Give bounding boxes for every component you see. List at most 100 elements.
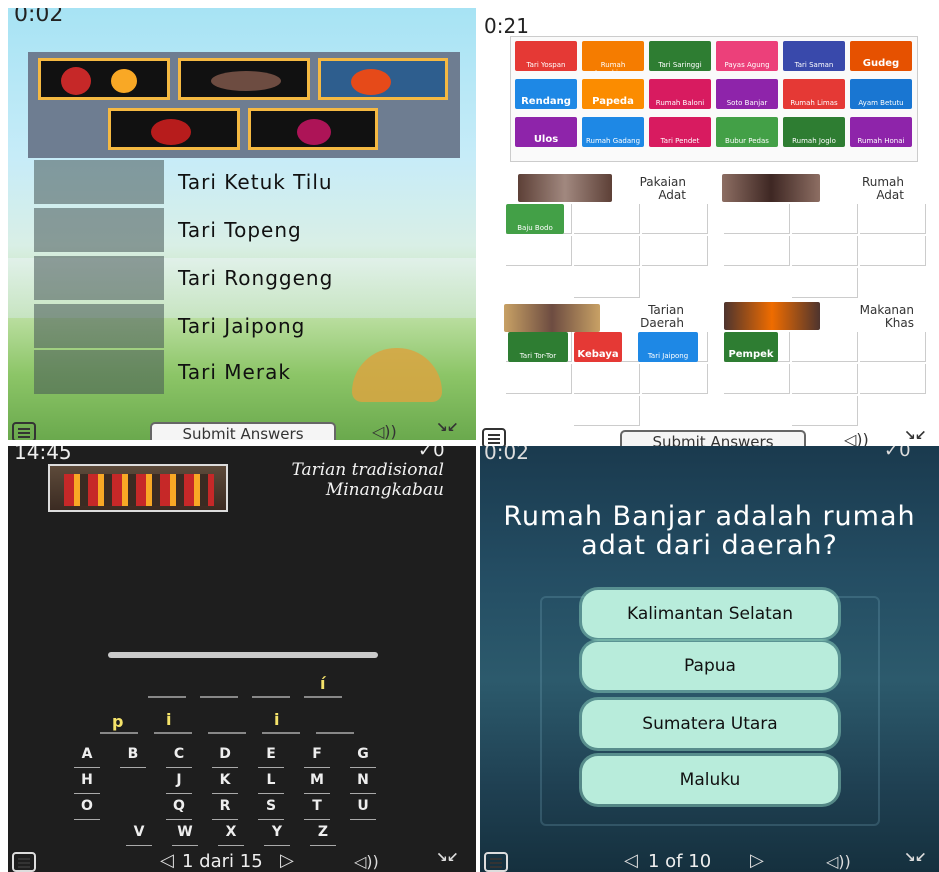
- bank-tile[interactable]: Papeda: [582, 79, 644, 109]
- drop-cell[interactable]: [792, 332, 858, 362]
- placed-tile[interactable]: Baju Bodo: [506, 204, 564, 234]
- drop-cell[interactable]: [860, 332, 926, 362]
- drop-cell[interactable]: [574, 236, 640, 266]
- key-button[interactable]: W: [172, 824, 198, 846]
- next-arrow-icon[interactable]: ▷: [750, 850, 764, 871]
- drop-cell[interactable]: [506, 364, 572, 394]
- key-button[interactable]: C: [166, 746, 192, 768]
- key-button[interactable]: X: [218, 824, 244, 846]
- exit-fullscreen-icon[interactable]: ↘↙: [904, 428, 926, 444]
- dance-image[interactable]: [38, 58, 170, 100]
- menu-icon[interactable]: [484, 852, 508, 872]
- speaker-icon[interactable]: ◁)): [354, 852, 379, 871]
- drop-cell[interactable]: [860, 364, 926, 394]
- drop-cell[interactable]: [574, 204, 640, 234]
- answer-option[interactable]: Maluku: [582, 756, 838, 804]
- bank-tile[interactable]: Rumah Lengkiong: [582, 41, 644, 71]
- menu-icon[interactable]: [12, 422, 36, 440]
- placed-tile[interactable]: Pempek: [724, 332, 778, 362]
- drop-slot[interactable]: [34, 350, 164, 394]
- key-button[interactable]: U: [350, 798, 376, 820]
- key-button[interactable]: A: [74, 746, 100, 768]
- drop-cell[interactable]: [724, 364, 790, 394]
- dance-image[interactable]: [248, 108, 378, 150]
- key-button[interactable]: K: [212, 772, 238, 794]
- key-button[interactable]: S: [258, 798, 284, 820]
- key-button[interactable]: R: [212, 798, 238, 820]
- drop-slot[interactable]: [34, 160, 164, 204]
- speaker-icon[interactable]: ◁)): [844, 430, 869, 446]
- key-button[interactable]: L: [258, 772, 284, 794]
- key-button[interactable]: Y: [264, 824, 290, 846]
- drop-cell[interactable]: [792, 364, 858, 394]
- bank-tile[interactable]: Rumah Gadang: [582, 117, 644, 147]
- drop-cell[interactable]: [724, 236, 790, 266]
- drop-cell[interactable]: [792, 268, 858, 298]
- answer-option[interactable]: Kalimantan Selatan: [582, 590, 838, 638]
- prev-arrow-icon[interactable]: ◁: [160, 850, 174, 871]
- key-button[interactable]: V: [126, 824, 152, 846]
- bank-tile[interactable]: Gudeg: [850, 41, 912, 71]
- exit-fullscreen-icon[interactable]: ↘↙: [436, 850, 458, 866]
- placed-tile[interactable]: Kebaya: [574, 332, 622, 362]
- key-button[interactable]: G: [350, 746, 376, 768]
- bank-tile[interactable]: Rendang: [515, 79, 577, 109]
- bank-tile[interactable]: Tari Saringgi: [649, 41, 711, 71]
- speaker-icon[interactable]: ◁)): [826, 852, 851, 871]
- key-button[interactable]: M: [304, 772, 330, 794]
- drop-cell[interactable]: [642, 236, 708, 266]
- bank-tile[interactable]: Rumah Joglo: [783, 117, 845, 147]
- key-button[interactable]: E: [258, 746, 284, 768]
- exit-fullscreen-icon[interactable]: ↘↙: [436, 420, 458, 436]
- bank-tile[interactable]: Soto Banjar: [716, 79, 778, 109]
- menu-icon[interactable]: [12, 852, 36, 872]
- drop-cell[interactable]: [724, 204, 790, 234]
- submit-answers-button[interactable]: Submit Answers: [620, 430, 806, 446]
- drop-cell[interactable]: [506, 236, 572, 266]
- drop-cell[interactable]: [792, 236, 858, 266]
- bank-tile[interactable]: Ayam Betutu: [850, 79, 912, 109]
- drop-slot[interactable]: [34, 256, 164, 300]
- bank-tile[interactable]: Rumah Honai: [850, 117, 912, 147]
- bank-tile[interactable]: Rumah Limas: [783, 79, 845, 109]
- bank-tile[interactable]: Bubur Pedas: [716, 117, 778, 147]
- drop-cell[interactable]: [574, 268, 640, 298]
- key-button[interactable]: T: [304, 798, 330, 820]
- bank-tile[interactable]: Tari Yospan: [515, 41, 577, 71]
- bank-tile[interactable]: Ulos: [515, 117, 577, 147]
- drop-slot[interactable]: [34, 208, 164, 252]
- key-button[interactable]: Z: [310, 824, 336, 846]
- next-arrow-icon[interactable]: ▷: [280, 850, 294, 871]
- bank-tile[interactable]: Tari Pendet: [649, 117, 711, 147]
- drop-cell[interactable]: [860, 236, 926, 266]
- key-button[interactable]: D: [212, 746, 238, 768]
- bank-tile[interactable]: Tari Saman: [783, 41, 845, 71]
- key-button[interactable]: O: [74, 798, 100, 820]
- key-button[interactable]: J: [166, 772, 192, 794]
- submit-answers-button[interactable]: Submit Answers: [150, 422, 336, 440]
- drop-cell[interactable]: [860, 204, 926, 234]
- drop-cell[interactable]: [792, 204, 858, 234]
- menu-icon[interactable]: [482, 428, 506, 446]
- drop-slot[interactable]: [34, 304, 164, 348]
- drop-cell[interactable]: [642, 204, 708, 234]
- key-button[interactable]: N: [350, 772, 376, 794]
- bank-tile[interactable]: Rumah Baloni: [649, 79, 711, 109]
- bank-tile[interactable]: Payas Agung: [716, 41, 778, 71]
- key-button[interactable]: H: [74, 772, 100, 794]
- placed-tile[interactable]: Tari Jaipong: [638, 332, 698, 362]
- key-button[interactable]: Q: [166, 798, 192, 820]
- placed-tile[interactable]: Tari Tor-Tor: [508, 332, 568, 362]
- dance-image[interactable]: [178, 58, 310, 100]
- answer-option[interactable]: Sumatera Utara: [582, 700, 838, 748]
- dance-image[interactable]: [108, 108, 240, 150]
- speaker-icon[interactable]: ◁)): [372, 422, 397, 440]
- answer-option[interactable]: Papua: [582, 642, 838, 690]
- key-button[interactable]: F: [304, 746, 330, 768]
- key-button[interactable]: B: [120, 746, 146, 768]
- exit-fullscreen-icon[interactable]: ↘↙: [904, 850, 926, 866]
- dance-image[interactable]: [318, 58, 448, 100]
- drop-cell[interactable]: [642, 364, 708, 394]
- prev-arrow-icon[interactable]: ◁: [624, 850, 638, 871]
- drop-cell[interactable]: [574, 364, 640, 394]
